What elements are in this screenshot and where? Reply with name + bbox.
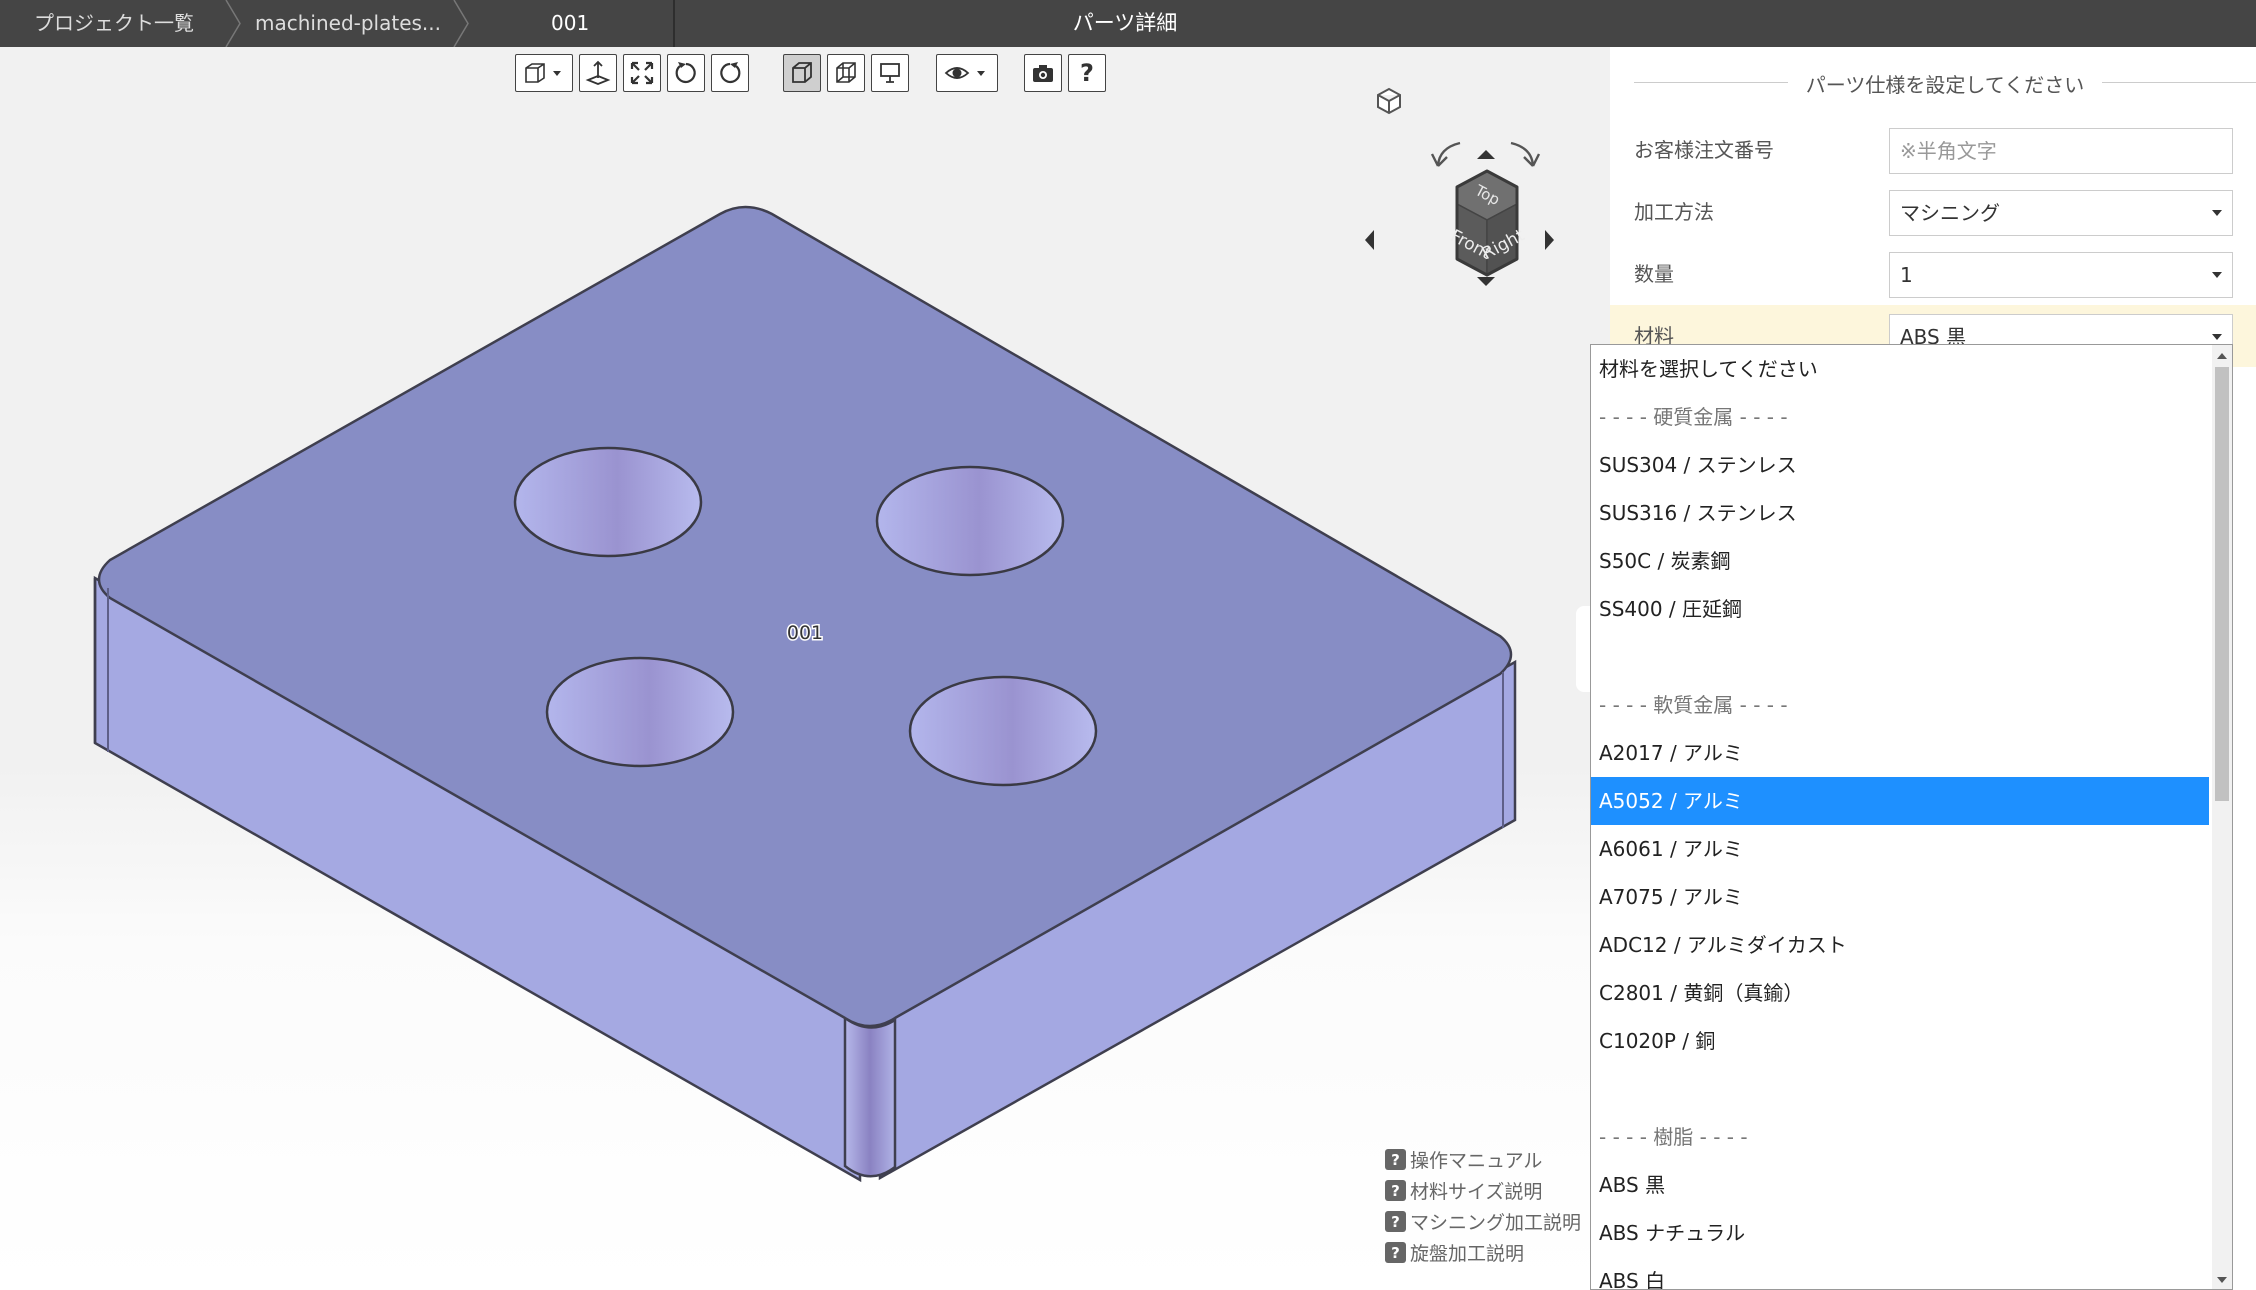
rotate-cw-arrow-icon[interactable] bbox=[1510, 141, 1541, 167]
caret-down-icon bbox=[2212, 334, 2222, 340]
help-links: ? 操作マニュアル ? 材料サイズ説明 ? マシニング加工説明 ? 旋盤加工説明 bbox=[1385, 1144, 1581, 1268]
wireframe-cube-icon bbox=[836, 62, 856, 83]
quantity-label: 数量 bbox=[1634, 262, 1674, 286]
quantity-value: 1 bbox=[1900, 263, 1913, 287]
rotate-right-button[interactable] bbox=[711, 54, 749, 92]
scroll-thumb[interactable] bbox=[2215, 367, 2229, 801]
process-select[interactable]: マシニング bbox=[1889, 190, 2233, 236]
dropdown-option[interactable]: S50C / 炭素鋼 bbox=[1591, 537, 2209, 585]
hole bbox=[513, 446, 703, 558]
wireframe-view-button[interactable] bbox=[827, 54, 865, 92]
dropdown-option[interactable]: C2801 / 黄銅（真鍮） bbox=[1591, 969, 2209, 1017]
page-title: パーツ詳細 bbox=[1072, 11, 1178, 35]
dropdown-option[interactable]: C1020P / 銅 bbox=[1591, 1017, 2209, 1065]
dropdown-option[interactable]: ABS 黒 bbox=[1591, 1161, 2209, 1209]
dropdown-option[interactable]: A7075 / アルミ bbox=[1591, 873, 2209, 921]
breadcrumb-project[interactable]: machined-plates... bbox=[255, 0, 441, 47]
help-link-lathe[interactable]: ? 旋盤加工説明 bbox=[1385, 1237, 1581, 1268]
solid-cube-icon bbox=[792, 62, 812, 83]
panel-header-text: パーツ仕様を設定してください bbox=[1787, 73, 2103, 97]
hole bbox=[545, 656, 735, 768]
presentation-view-button[interactable] bbox=[871, 54, 909, 92]
help-button[interactable]: ? bbox=[1068, 54, 1106, 92]
rotate-right-icon bbox=[720, 62, 741, 84]
hole bbox=[875, 465, 1065, 577]
fit-all-button[interactable] bbox=[623, 54, 661, 92]
home-icon[interactable] bbox=[1377, 87, 1401, 115]
3d-viewer[interactable]: 001 ? Top Front Right ? 操作マニュアル ? 材料サイズ説… bbox=[0, 47, 1610, 1290]
corner-edge bbox=[843, 1015, 897, 1178]
question-icon: ? bbox=[1080, 59, 1094, 87]
help-link-machining[interactable]: ? マシニング加工説明 bbox=[1385, 1206, 1581, 1237]
panel-header: パーツ仕様を設定してください bbox=[1634, 67, 2256, 97]
help-link-label: 材料サイズ説明 bbox=[1410, 1181, 1543, 1203]
dropdown-option[interactable]: A5052 / アルミ bbox=[1591, 777, 2209, 825]
process-label: 加工方法 bbox=[1634, 200, 1714, 224]
breadcrumb-separator bbox=[453, 0, 469, 47]
option-group-header: - - - - 硬質金属 - - - - bbox=[1599, 405, 1788, 429]
caret-down-icon bbox=[2212, 210, 2222, 216]
hole bbox=[908, 675, 1098, 787]
question-icon: ? bbox=[1385, 1180, 1406, 1201]
breadcrumb-separator bbox=[225, 0, 241, 47]
quantity-row: 数量 1 bbox=[1610, 243, 2256, 305]
option-group-header: - - - - 軟質金属 - - - - bbox=[1599, 693, 1788, 717]
caret-down-icon bbox=[2212, 272, 2222, 278]
help-link-manual[interactable]: ? 操作マニュアル bbox=[1385, 1144, 1581, 1175]
order-number-row: お客様注文番号 ※半角文字 bbox=[1610, 119, 2256, 181]
dropdown-option[interactable]: SUS304 / ステンレス bbox=[1591, 441, 2209, 489]
process-value: マシニング bbox=[1900, 201, 2000, 225]
top-bar: プロジェクト一覧 machined-plates... 001 パーツ詳細 bbox=[0, 0, 2256, 47]
question-icon: ? bbox=[1385, 1149, 1406, 1170]
visibility-dropdown[interactable] bbox=[936, 54, 998, 92]
breadcrumb-projects[interactable]: プロジェクト一覧 bbox=[34, 0, 194, 47]
dropdown-option[interactable]: A6061 / アルミ bbox=[1591, 825, 2209, 873]
process-row: 加工方法 マシニング bbox=[1610, 181, 2256, 243]
option-spacer bbox=[1591, 1065, 2209, 1113]
arrow-up-icon[interactable] bbox=[1477, 150, 1495, 159]
presentation-icon bbox=[880, 63, 900, 83]
rotate-ccw-arrow-icon[interactable] bbox=[1430, 141, 1461, 167]
dropdown-option[interactable]: A2017 / アルミ bbox=[1591, 729, 2209, 777]
dropdown-option[interactable]: 材料を選択してください bbox=[1591, 345, 2209, 393]
shaded-view-button[interactable] bbox=[783, 54, 821, 92]
camera-icon bbox=[1033, 65, 1053, 82]
arrow-down-icon[interactable] bbox=[1477, 277, 1495, 286]
rotate-left-button[interactable] bbox=[667, 54, 705, 92]
material-dropdown-list[interactable]: 材料を選択してください - - - - 硬質金属 - - - - SUS304 / … bbox=[1590, 344, 2233, 1290]
quantity-select[interactable]: 1 bbox=[1889, 252, 2233, 298]
order-number-input[interactable]: ※半角文字 bbox=[1889, 128, 2233, 174]
rotate-left-icon bbox=[675, 62, 696, 84]
fit-all-icon bbox=[630, 61, 654, 85]
view-mode-dropdown[interactable] bbox=[515, 54, 573, 92]
option-group-header: - - - - 樹脂 - - - - bbox=[1599, 1125, 1748, 1149]
dropdown-scrollbar[interactable] bbox=[2212, 345, 2232, 1289]
option-spacer bbox=[1591, 633, 2209, 681]
dropdown-option[interactable]: ABS ナチュラル bbox=[1591, 1209, 2209, 1257]
dropdown-option[interactable]: ABS 白 bbox=[1591, 1257, 2209, 1289]
dropdown-option[interactable]: SS400 / 圧延鋼 bbox=[1591, 585, 2209, 633]
cube-view-icon bbox=[525, 63, 561, 83]
help-link-material-size[interactable]: ? 材料サイズ説明 bbox=[1385, 1175, 1581, 1206]
view-cube[interactable]: Top Front Right bbox=[1365, 72, 1605, 322]
help-link-label: マシニング加工説明 bbox=[1410, 1212, 1582, 1234]
help-link-label: 旋盤加工説明 bbox=[1410, 1243, 1525, 1265]
question-icon: ? bbox=[1385, 1211, 1406, 1232]
arrow-right-icon[interactable] bbox=[1545, 230, 1554, 250]
breadcrumb-part: 001 bbox=[551, 11, 590, 35]
part-label: 001 bbox=[787, 622, 823, 644]
scroll-down-icon[interactable] bbox=[2217, 1277, 2227, 1283]
screenshot-button[interactable] bbox=[1024, 54, 1062, 92]
question-icon: ? bbox=[1385, 1242, 1406, 1263]
dropdown-option[interactable]: ADC12 / アルミダイカスト bbox=[1591, 921, 2209, 969]
help-link-label: 操作マニュアル bbox=[1410, 1150, 1543, 1172]
floor-axis-icon bbox=[585, 60, 611, 85]
fit-floor-button[interactable] bbox=[579, 54, 617, 92]
dropdown-option[interactable]: SUS316 / ステンレス bbox=[1591, 489, 2209, 537]
order-number-label: お客様注文番号 bbox=[1634, 138, 1774, 162]
scroll-up-icon[interactable] bbox=[2217, 353, 2227, 359]
eye-icon bbox=[944, 67, 985, 79]
arrow-left-icon[interactable] bbox=[1365, 230, 1374, 250]
